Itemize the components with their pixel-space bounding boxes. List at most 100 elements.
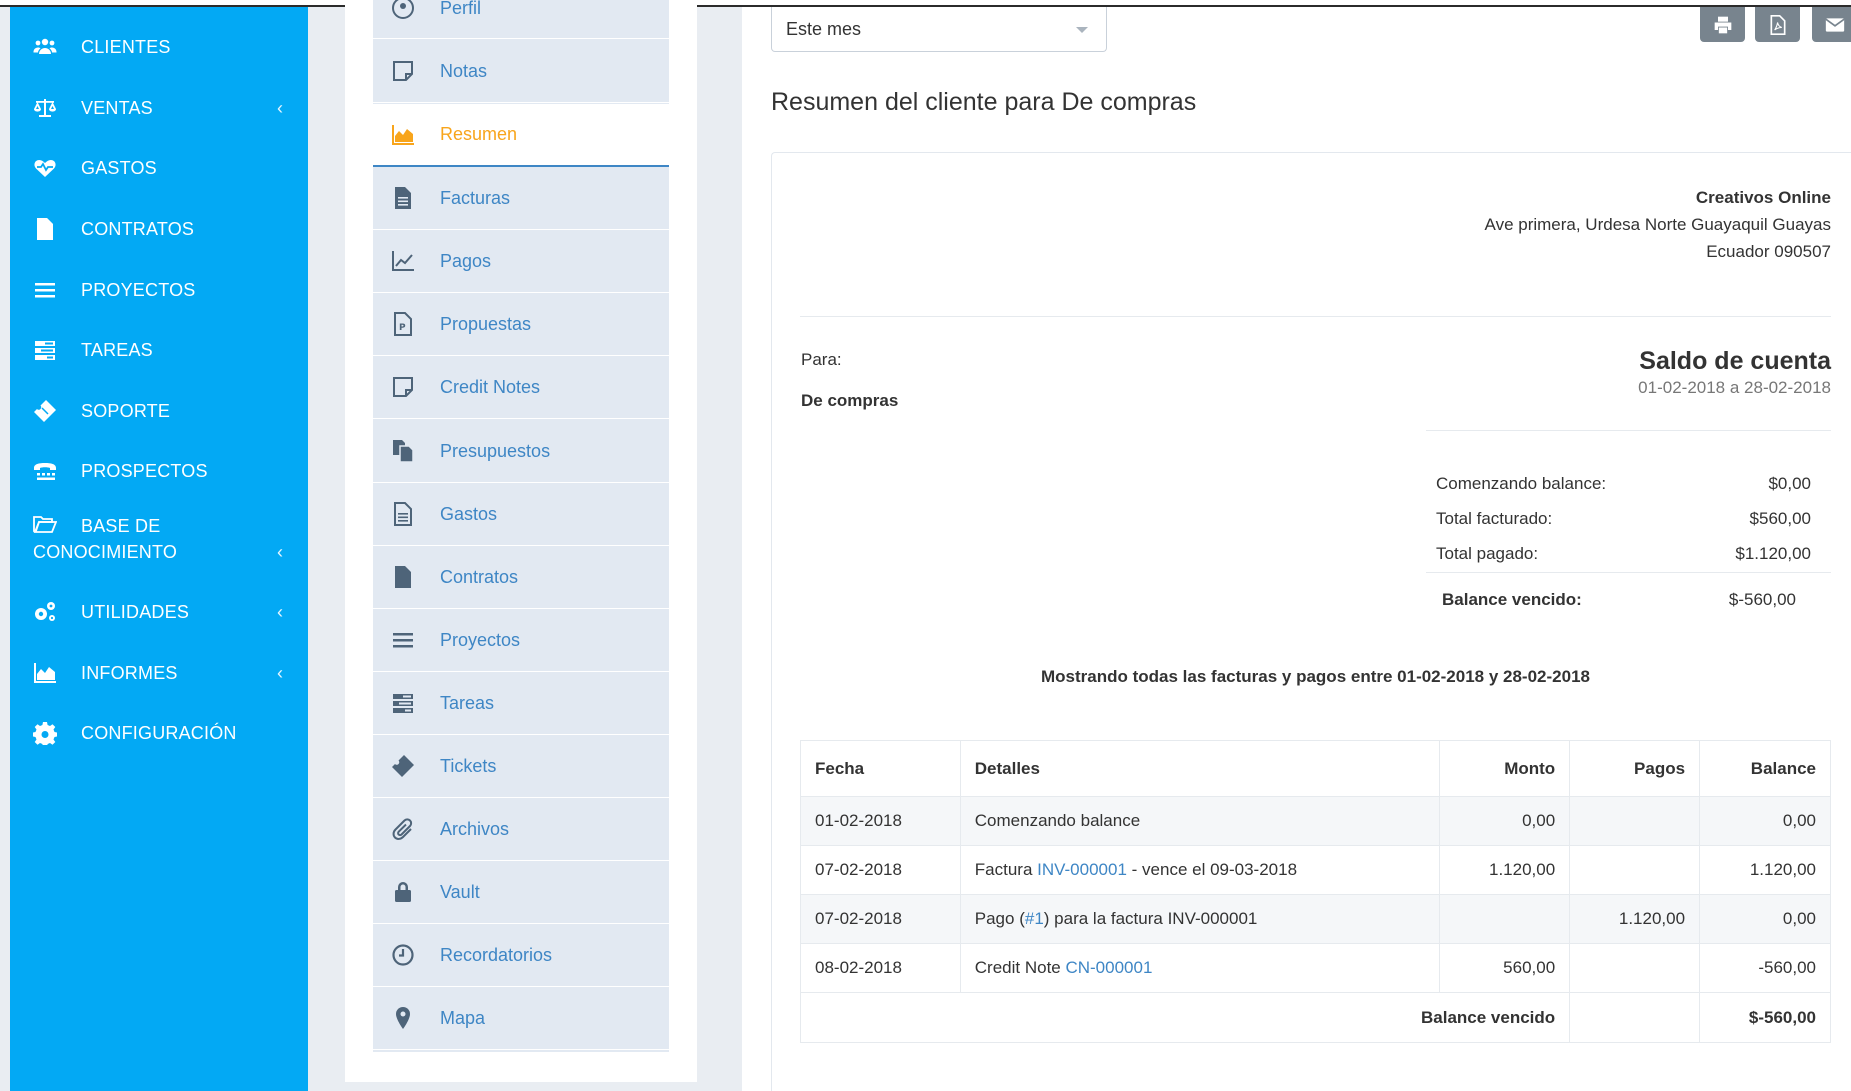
sidebar-item-tareas[interactable]: TAREAS xyxy=(10,320,308,380)
summary-value: $560,00 xyxy=(1749,508,1811,528)
tab-perfil[interactable]: Perfil xyxy=(373,0,669,39)
sticky-note-icon xyxy=(390,58,416,84)
file-icon xyxy=(390,564,416,590)
sidebar-item-configuracion[interactable]: CONFIGURACIÓN xyxy=(10,703,308,763)
to-label: Para: xyxy=(801,350,842,369)
cell-date: 01-02-2018 xyxy=(800,796,961,846)
users-icon xyxy=(32,34,58,60)
tasks-icon xyxy=(32,337,58,363)
tab-presupuestos[interactable]: Presupuestos xyxy=(373,420,669,483)
cell-date: 07-02-2018 xyxy=(800,894,961,944)
tab-tareas[interactable]: Tareas xyxy=(373,672,669,735)
cell-amount: 0,00 xyxy=(1439,796,1571,846)
tab-recordatorios[interactable]: Recordatorios xyxy=(373,924,669,987)
area-chart-icon xyxy=(390,122,416,148)
tab-tickets[interactable]: Tickets xyxy=(373,735,669,798)
sidebar-item-informes[interactable]: INFORMES ‹ xyxy=(10,643,308,703)
tab-archivos[interactable]: Archivos xyxy=(373,798,669,861)
top-border xyxy=(0,0,1851,7)
table-row: 07-02-2018 Pago (#1) para la factura INV… xyxy=(800,894,1831,944)
cell-date: 08-02-2018 xyxy=(800,943,961,993)
col-balance: Balance xyxy=(1699,740,1831,797)
summary-row-beginning: Comenzando balance: $0,00 xyxy=(1426,466,1831,501)
tab-resumen[interactable]: Resumen xyxy=(373,104,669,167)
tab-label: Tareas xyxy=(440,692,495,713)
tab-label: Pagos xyxy=(440,250,492,271)
period-select[interactable]: Este mes xyxy=(771,7,1107,52)
credit-note-link[interactable]: CN-000001 xyxy=(1065,958,1152,977)
file-text-o-icon xyxy=(390,501,416,527)
cell-balance: 1.120,00 xyxy=(1699,845,1831,895)
cell-amount xyxy=(1439,894,1571,944)
cell-balance: 0,00 xyxy=(1699,894,1831,944)
sidebar-item-label: TAREAS xyxy=(81,339,153,360)
summary-value: $-560,00 xyxy=(1728,590,1796,609)
company-address: Ave primera, Urdesa Norte Guayaquil Guay… xyxy=(1484,215,1831,234)
footer-value: $-560,00 xyxy=(1699,992,1831,1043)
tab-label: Resumen xyxy=(440,124,518,144)
sidebar-item-base-de-conocimiento[interactable]: BASE DE CONOCIMIENTO ‹ xyxy=(10,507,308,579)
area-chart-icon xyxy=(32,660,58,686)
tab-propuestas[interactable]: P Propuestas xyxy=(373,293,669,356)
sidebar-item-label: BASE DE xyxy=(81,516,161,536)
sidebar-item-prospectos[interactable]: PROSPECTOS xyxy=(10,441,308,501)
ticket-icon xyxy=(32,398,58,424)
summary-label: Total pagado: xyxy=(1436,543,1539,563)
table-footer-row: Balance vencido $-560,00 xyxy=(799,992,1831,1043)
table-row: 01-02-2018 Comenzando balance 0,00 0,00 xyxy=(800,796,1831,846)
sidebar-item-utilidades[interactable]: UTILIDADES ‹ xyxy=(10,582,308,642)
sidebar-item-label: INFORMES xyxy=(81,662,178,683)
tab-vault[interactable]: Vault xyxy=(373,861,669,924)
divider xyxy=(1426,430,1831,431)
tab-label: Perfil xyxy=(440,0,482,18)
cell-payment xyxy=(1569,796,1701,846)
tab-label: Archivos xyxy=(440,818,510,839)
print-button[interactable] xyxy=(1700,7,1745,42)
sidebar-item-ventas[interactable]: VENTAS ‹ xyxy=(10,78,308,138)
table-row: 07-02-2018 Factura INV-000001 - vence el… xyxy=(800,845,1831,895)
tab-notas[interactable]: Notas xyxy=(373,40,669,103)
tab-pagos[interactable]: Pagos xyxy=(373,230,669,293)
invoice-link[interactable]: INV-000001 xyxy=(1037,860,1127,879)
print-icon xyxy=(1714,16,1731,33)
pdf-button[interactable] xyxy=(1755,7,1800,42)
tab-proyectos[interactable]: Proyectos xyxy=(373,609,669,672)
email-button[interactable] xyxy=(1812,7,1851,42)
heartbeat-icon xyxy=(32,155,58,181)
summary-row-invoiced: Total facturado: $560,00 xyxy=(1426,501,1831,536)
cell-amount: 560,00 xyxy=(1439,943,1571,993)
company-country-zip: Ecuador 090507 xyxy=(1706,242,1831,261)
sidebar-item-label: PROYECTOS xyxy=(81,279,196,300)
cell-date: 07-02-2018 xyxy=(800,845,961,895)
file-powerpoint-icon: P xyxy=(390,311,416,337)
payment-link[interactable]: #1 xyxy=(1025,909,1044,928)
tab-credit-notes[interactable]: Credit Notes xyxy=(373,356,669,419)
tab-label: Recordatorios xyxy=(440,944,553,965)
details-text: Pago ( xyxy=(974,909,1025,928)
tab-label: Gastos xyxy=(440,503,498,524)
tab-mapa[interactable]: Mapa xyxy=(373,987,669,1050)
sidebar-item-clientes[interactable]: CLIENTES xyxy=(10,17,308,77)
sidebar-item-proyectos[interactable]: PROYECTOS xyxy=(10,260,308,320)
tab-label: Proyectos xyxy=(440,629,521,650)
cell-details: Credit Note CN-000001 xyxy=(959,943,1441,993)
line-chart-icon xyxy=(390,248,416,274)
tasks-icon xyxy=(390,690,416,716)
ticket-icon xyxy=(390,753,416,779)
tab-contratos[interactable]: Contratos xyxy=(373,546,669,609)
sidebar-item-contratos[interactable]: CONTRATOS xyxy=(10,199,308,259)
summary-label: Comenzando balance: xyxy=(1436,473,1607,493)
sidebar-item-label: VENTAS xyxy=(81,97,153,118)
tab-label: Credit Notes xyxy=(440,376,541,397)
tab-facturas[interactable]: Facturas xyxy=(373,167,669,230)
details-text: Credit Note xyxy=(974,958,1066,977)
file-icon xyxy=(32,216,58,242)
tab-label: Tickets xyxy=(440,755,497,776)
table-row: 08-02-2018 Credit Note CN-000001 560,00 … xyxy=(800,943,1831,993)
sidebar-item-soporte[interactable]: SOPORTE xyxy=(10,381,308,441)
sidebar-item-label: GASTOS xyxy=(81,157,157,178)
cell-payment: 1.120,00 xyxy=(1569,894,1701,944)
sidebar-item-gastos[interactable]: GASTOS xyxy=(10,138,308,198)
details-text: Comenzando balance xyxy=(974,811,1141,830)
tab-gastos[interactable]: Gastos xyxy=(373,483,669,546)
